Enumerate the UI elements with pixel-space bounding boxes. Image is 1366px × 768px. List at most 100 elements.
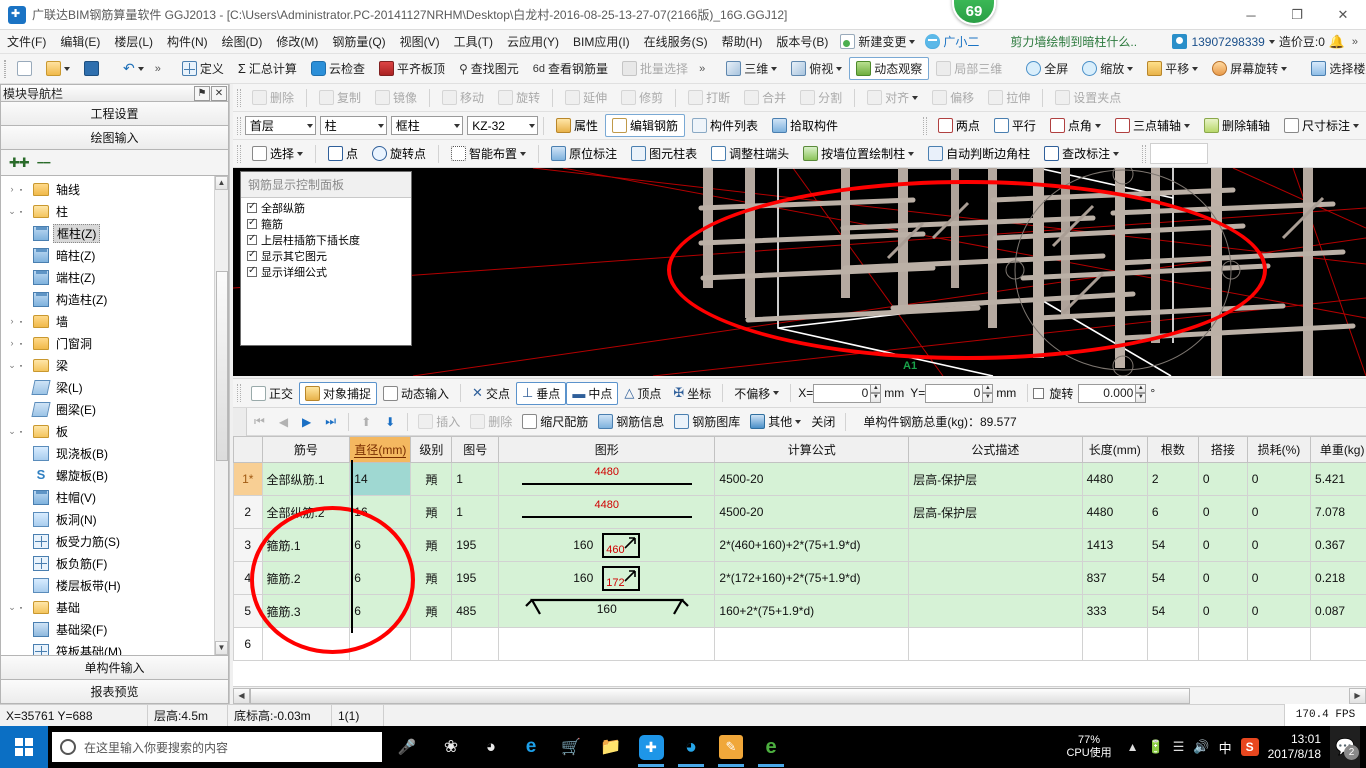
cell-formula[interactable]: 4500-20 <box>714 462 910 496</box>
fullscreen-button[interactable]: 全屏 <box>1019 57 1075 80</box>
floor-chevron-down-icon[interactable] <box>306 123 313 128</box>
tree-scrollbar[interactable]: ▲ ▼ <box>214 176 228 655</box>
cell-desc[interactable] <box>908 561 1083 595</box>
rotate-checkbox[interactable] <box>1033 387 1045 399</box>
cloud-check-button[interactable]: 云检查 <box>304 57 372 80</box>
y-input[interactable]: 0 <box>925 383 984 403</box>
cell-diameter[interactable]: 16 <box>349 495 412 529</box>
cell-diameter[interactable]: 6 <box>349 561 412 595</box>
three-d-viewport[interactable]: 钢筋显示控制面板 全部纵筋箍筋上层柱插筋下插长度显示其它图元显示详细公式 A1 <box>233 168 1366 376</box>
wall-column-chevron-down-icon[interactable] <box>908 151 915 156</box>
other-chevron-down-icon[interactable] <box>795 419 802 424</box>
explorer-icon[interactable]: 📁 <box>596 732 626 762</box>
menu-version[interactable]: 版本号(B) <box>769 31 835 52</box>
col-fig-no[interactable]: 图号 <box>451 436 500 463</box>
row-number[interactable]: 4 <box>233 561 263 595</box>
row-number[interactable]: 5 <box>233 594 263 628</box>
cell-fig-no[interactable]: 1 <box>451 495 500 529</box>
row-number[interactable]: 1* <box>233 462 263 496</box>
tree-scroll-thumb[interactable] <box>216 271 228 461</box>
x-input[interactable]: 0 <box>813 383 872 403</box>
notepad-icon[interactable]: ✎ <box>716 732 746 767</box>
cell-fig-no[interactable]: 195 <box>451 528 500 562</box>
cell-loss[interactable]: 0 <box>1246 594 1312 628</box>
col-length[interactable]: 长度(mm) <box>1081 436 1148 463</box>
draw-grip-2[interactable] <box>1142 144 1147 163</box>
point-tool-button[interactable]: 点 <box>321 142 365 165</box>
align-chevron-down-icon[interactable] <box>912 95 919 100</box>
cell-desc[interactable]: 层高-保护层 <box>908 462 1083 496</box>
delete-row-button[interactable]: 删除 <box>465 411 517 432</box>
cell-shape[interactable]: 4480 <box>498 495 716 529</box>
menu-modify[interactable]: 修改(M) <box>269 31 325 52</box>
cell-loss[interactable]: 0 <box>1246 528 1312 562</box>
local-three-d-button[interactable]: 局部三维 <box>929 57 1009 80</box>
set-grip-button[interactable]: 设置夹点 <box>1048 86 1128 109</box>
rotate-point-button[interactable]: 旋转点 <box>365 142 433 165</box>
in-situ-annotation-button[interactable]: 原位标注 <box>544 142 624 165</box>
rebar-display-option-2[interactable]: 上层柱插筋下插长度 <box>243 233 411 247</box>
col-grade[interactable]: 级别 <box>410 436 453 463</box>
pan-chevron-down-icon[interactable] <box>1192 66 1199 71</box>
rebar-display-option-1[interactable]: 箍筋 <box>243 217 411 231</box>
cell-count[interactable]: 54 <box>1146 594 1199 628</box>
cell-shape[interactable]: 160 <box>498 594 716 628</box>
check-annotation-button[interactable]: 查改标注 <box>1037 142 1126 165</box>
merge-button[interactable]: 合并 <box>737 86 793 109</box>
new-file-button[interactable] <box>10 58 39 79</box>
coins-label[interactable]: 造价豆:0 <box>1279 33 1325 50</box>
tree-expand-arrow-icon[interactable]: ⌄ <box>5 360 19 371</box>
cell-grade[interactable]: 䪳 <box>410 561 453 595</box>
rotate-button[interactable]: 旋转 <box>491 86 547 109</box>
dynamic-input-button[interactable]: 动态输入 <box>377 382 455 405</box>
toolbar-grip[interactable] <box>4 59 6 78</box>
bell-icon[interactable]: 🔔 <box>1329 34 1345 49</box>
col-count[interactable]: 根数 <box>1146 436 1199 463</box>
cell-unit-weight[interactable] <box>1310 627 1366 661</box>
tree-item-21[interactable]: 筏板基础(M) <box>1 640 214 655</box>
notification-center-button[interactable]: 💬 2 <box>1330 726 1360 768</box>
cell-diameter[interactable]: 6 <box>349 594 412 628</box>
cell-shape[interactable] <box>498 627 716 661</box>
cell-fig-no[interactable] <box>451 627 500 661</box>
batch-select-button[interactable]: 批量选择 <box>615 57 695 80</box>
x-stepper[interactable]: ▲ ▼ <box>870 383 882 403</box>
element-column-table-button[interactable]: 图元柱表 <box>624 142 704 165</box>
top-view-chevron-down-icon[interactable] <box>836 66 843 71</box>
pin-icon[interactable]: ⚑ <box>194 85 210 101</box>
tree-expand-arrow-icon[interactable]: › <box>5 316 19 326</box>
tree-item-9[interactable]: 梁(L) <box>1 376 214 398</box>
maximize-button[interactable]: ❐ <box>1274 0 1320 30</box>
toolbar-overflow-2-icon[interactable]: » <box>695 63 709 75</box>
undo-chevron-down-icon[interactable] <box>137 66 144 71</box>
cell-length[interactable]: 4480 <box>1081 495 1148 529</box>
cell-unit-weight[interactable]: 0.087 <box>1310 594 1366 628</box>
next-record-icon[interactable]: ▶ <box>295 415 318 429</box>
start-button[interactable] <box>0 726 48 768</box>
cell-length[interactable]: 4480 <box>1081 462 1148 496</box>
ime-indicator[interactable]: 中 <box>1219 738 1232 757</box>
cell-grade[interactable]: 䪳 <box>410 528 453 562</box>
select-floor-button[interactable]: 选择楼层 <box>1304 57 1366 80</box>
edge-icon[interactable]: e <box>516 732 546 762</box>
menu-tools[interactable]: 工具(T) <box>447 31 500 52</box>
cell-grade[interactable] <box>410 627 453 661</box>
dimension-button[interactable]: 尺寸标注 <box>1277 114 1366 137</box>
cell-count[interactable]: 54 <box>1146 528 1199 562</box>
rotate-step-up-icon[interactable]: ▲ <box>1135 383 1147 393</box>
undo-button[interactable]: ↶ <box>116 57 151 80</box>
three-point-chevron-down-icon[interactable] <box>1183 123 1190 128</box>
table-horizontal-scrollbar[interactable]: ◀ ▶ <box>233 686 1366 704</box>
store-icon[interactable]: 🛒 <box>556 732 586 762</box>
menu-view[interactable]: 视图(V) <box>393 31 447 52</box>
col-formula[interactable]: 计算公式 <box>714 436 910 463</box>
draw-column-by-wall-button[interactable]: 按墙位置绘制柱 <box>796 142 921 165</box>
dimension-chevron-down-icon[interactable] <box>1352 123 1359 128</box>
mascot-button[interactable]: 广小二 <box>920 32 984 51</box>
delete-button[interactable]: 删除 <box>245 86 301 109</box>
coordinate-snap-button[interactable]: ✠ 坐标 <box>667 382 717 405</box>
row-number[interactable]: 3 <box>233 528 263 562</box>
offset-mode-selector[interactable]: 不偏移 <box>728 382 785 405</box>
midpoint-snap-button[interactable]: ▬ 中点 <box>566 381 619 405</box>
menu-floor[interactable]: 楼层(L) <box>107 31 160 52</box>
